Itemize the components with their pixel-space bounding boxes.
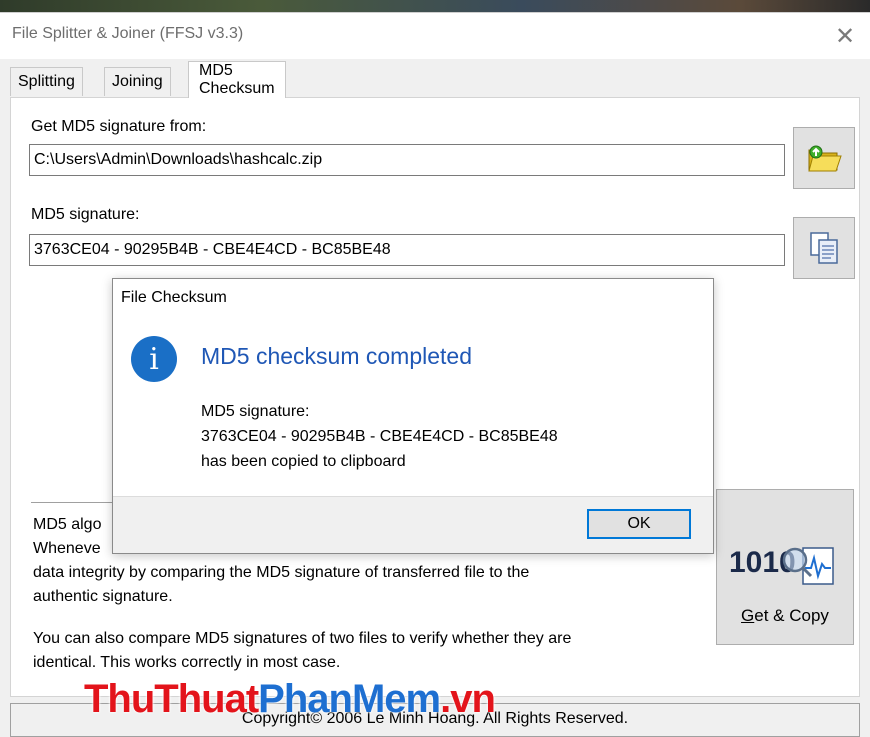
tab-label: MD5 Checksum [199, 62, 275, 97]
copy-documents-icon [810, 232, 838, 264]
tab-md5-checksum[interactable]: MD5 Checksum [188, 61, 286, 98]
watermark-part-1: ThuThuat [84, 677, 259, 721]
info-icon: i [131, 336, 177, 382]
folder-open-icon [808, 145, 842, 172]
dialog-message-line-2: 3763CE04 - 90295B4B - CBE4E4CD - BC85BE4… [201, 428, 558, 445]
info-text-line-4: authentic signature. [33, 588, 173, 605]
copy-signature-button[interactable] [793, 217, 855, 279]
dialog-title: File Checksum [121, 289, 227, 306]
get-and-copy-button[interactable]: 1010 Get & Copy [716, 489, 854, 645]
compare-text-line-2: identical. This works correctly in most … [33, 654, 341, 671]
info-text-line-3: data integrity by comparing the MD5 sign… [33, 564, 530, 581]
dialog-message-line-3: has been copied to clipboard [201, 453, 406, 470]
close-icon: ✕ [834, 22, 856, 50]
checksum-dialog: File Checksum i MD5 checksum completed M… [112, 278, 714, 554]
source-label: Get MD5 signature from: [31, 118, 207, 135]
watermark-logo: ThuThuatPhanMem.vn [84, 677, 496, 721]
dialog-heading: MD5 checksum completed [201, 343, 472, 369]
dialog-message-line-1: MD5 signature: [201, 403, 310, 420]
title-bar: File Splitter & Joiner (FFSJ v3.3) ✕ [0, 13, 870, 59]
tab-joining[interactable]: Joining [104, 67, 171, 96]
window-title: File Splitter & Joiner (FFSJ v3.3) [12, 25, 244, 42]
browse-button[interactable] [793, 127, 855, 189]
info-icon-glyph: i [149, 341, 159, 377]
ok-button[interactable]: OK [587, 509, 691, 539]
desktop-background-strip [0, 0, 870, 12]
tab-splitting[interactable]: Splitting [10, 67, 83, 96]
close-button[interactable]: ✕ [826, 19, 864, 53]
get-and-copy-label-rest: et & Copy [754, 606, 829, 625]
dialog-footer: OK [113, 496, 713, 553]
info-text-line-1: MD5 algo [33, 516, 102, 533]
compare-text-line-1: You can also compare MD5 signatures of t… [33, 630, 572, 647]
info-text-line-2: Wheneve [33, 540, 101, 557]
dialog-message: MD5 signature: 3763CE04 - 90295B4B - CBE… [201, 399, 558, 474]
get-and-copy-mnemonic: G [741, 606, 755, 625]
watermark-part-2: PhanMem [258, 677, 441, 721]
watermark-part-3: .vn [440, 677, 496, 721]
source-path-field[interactable]: C:\Users\Admin\Downloads\hashcalc.zip [29, 144, 785, 176]
signature-label: MD5 signature: [31, 206, 140, 223]
tab-label: Splitting [18, 73, 75, 90]
tab-label: Joining [112, 73, 163, 90]
signature-field[interactable]: 3763CE04 - 90295B4B - CBE4E4CD - BC85BE4… [29, 234, 785, 266]
binary-magnifier-icon: 1010 [729, 546, 834, 585]
get-and-copy-label: Get & Copy [717, 606, 853, 626]
